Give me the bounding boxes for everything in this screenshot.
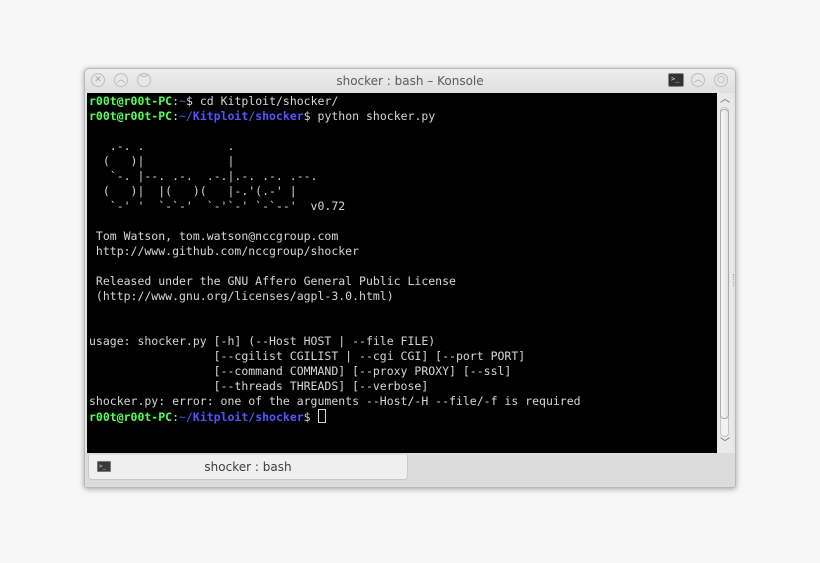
resize-grip[interactable] [733, 274, 736, 286]
keep-above-icon[interactable]: ︿ [691, 73, 705, 87]
tab-bar: >_ shocker : bash [85, 453, 735, 487]
prompt-separator: : [172, 94, 180, 108]
error-line: shocker.py: error: one of the arguments … [89, 394, 581, 408]
window-title: shocker : bash – Konsole [336, 74, 484, 88]
prompt-separator: : [172, 109, 180, 123]
prompt-path: Kitploit/shocker [192, 109, 304, 123]
prompt-separator: : [172, 410, 180, 424]
title-bar[interactable]: ✕ ︿ ﹀ shocker : bash – Konsole >_ ︿ ○ [85, 69, 735, 93]
chevron-up-icon[interactable]: ︿ [717, 93, 733, 107]
banner-line: Tom Watson, tom.watson@nccgroup.com [89, 229, 339, 243]
prompt-path-prefix: ~/ [179, 109, 193, 123]
banner-line: `-' ' `-`-' `-'`-' `-`--' v0.72 [89, 199, 346, 213]
text-cursor[interactable] [317, 409, 326, 423]
prompt-symbol: $ [185, 94, 193, 108]
prompt-symbol: $ [303, 109, 311, 123]
prompt-symbol: $ [303, 410, 311, 424]
usage-line: usage: shocker.py [-h] (--Host HOST | --… [89, 334, 436, 348]
scroll-thumb[interactable] [720, 109, 729, 419]
usage-line: [--cgilist CGILIST | --cgi CGI] [--port … [89, 349, 526, 363]
prompt-user: r00t@r00t-PC [89, 109, 173, 123]
usage-line: [--command COMMAND] [--proxy PROXY] [--s… [89, 364, 512, 378]
banner-line: Released under the GNU Affero General Pu… [89, 274, 456, 288]
command-text: python shocker.py [310, 109, 436, 123]
konsole-menu-icon[interactable]: >_ [668, 73, 684, 87]
banner-line: ( )| | [89, 154, 235, 168]
vertical-scrollbar[interactable]: ︿ ﹀ [717, 93, 733, 453]
usage-line: [--threads THREADS] [--verbose] [89, 379, 429, 393]
banner-line: (http://www.gnu.org/licenses/agpl-3.0.ht… [89, 289, 394, 303]
terminal-output: r00t@r00t-PC:~$ cd Kitploit/shocker/ r00… [89, 94, 581, 425]
banner-line: `-. |--. .-. .-.|.-. .-. .--. [89, 169, 318, 183]
prompt-path: Kitploit/shocker [192, 410, 304, 424]
banner-line: http://www.github.com/nccgroup/shocker [89, 244, 360, 258]
konsole-window: ✕ ︿ ﹀ shocker : bash – Konsole >_ ︿ ○ r0… [84, 68, 736, 488]
chevron-down-icon[interactable]: ﹀ [717, 437, 733, 451]
banner-line: .-. . . [89, 139, 235, 153]
tab-shocker-bash[interactable]: >_ shocker : bash [88, 455, 408, 480]
maximize-icon[interactable]: ○ [714, 73, 728, 87]
terminal-view[interactable]: r00t@r00t-PC:~$ cd Kitploit/shocker/ r00… [87, 93, 717, 453]
command-text: cd Kitploit/shocker/ [192, 94, 339, 108]
prompt-user: r00t@r00t-PC [89, 94, 173, 108]
tab-label: shocker : bash [204, 460, 292, 474]
prompt-path-prefix: ~/ [179, 410, 193, 424]
banner-line: ( )| |( )( |-.'(.-' | [89, 184, 297, 198]
prompt-path: ~ [179, 94, 186, 108]
prompt-user: r00t@r00t-PC [89, 410, 173, 424]
